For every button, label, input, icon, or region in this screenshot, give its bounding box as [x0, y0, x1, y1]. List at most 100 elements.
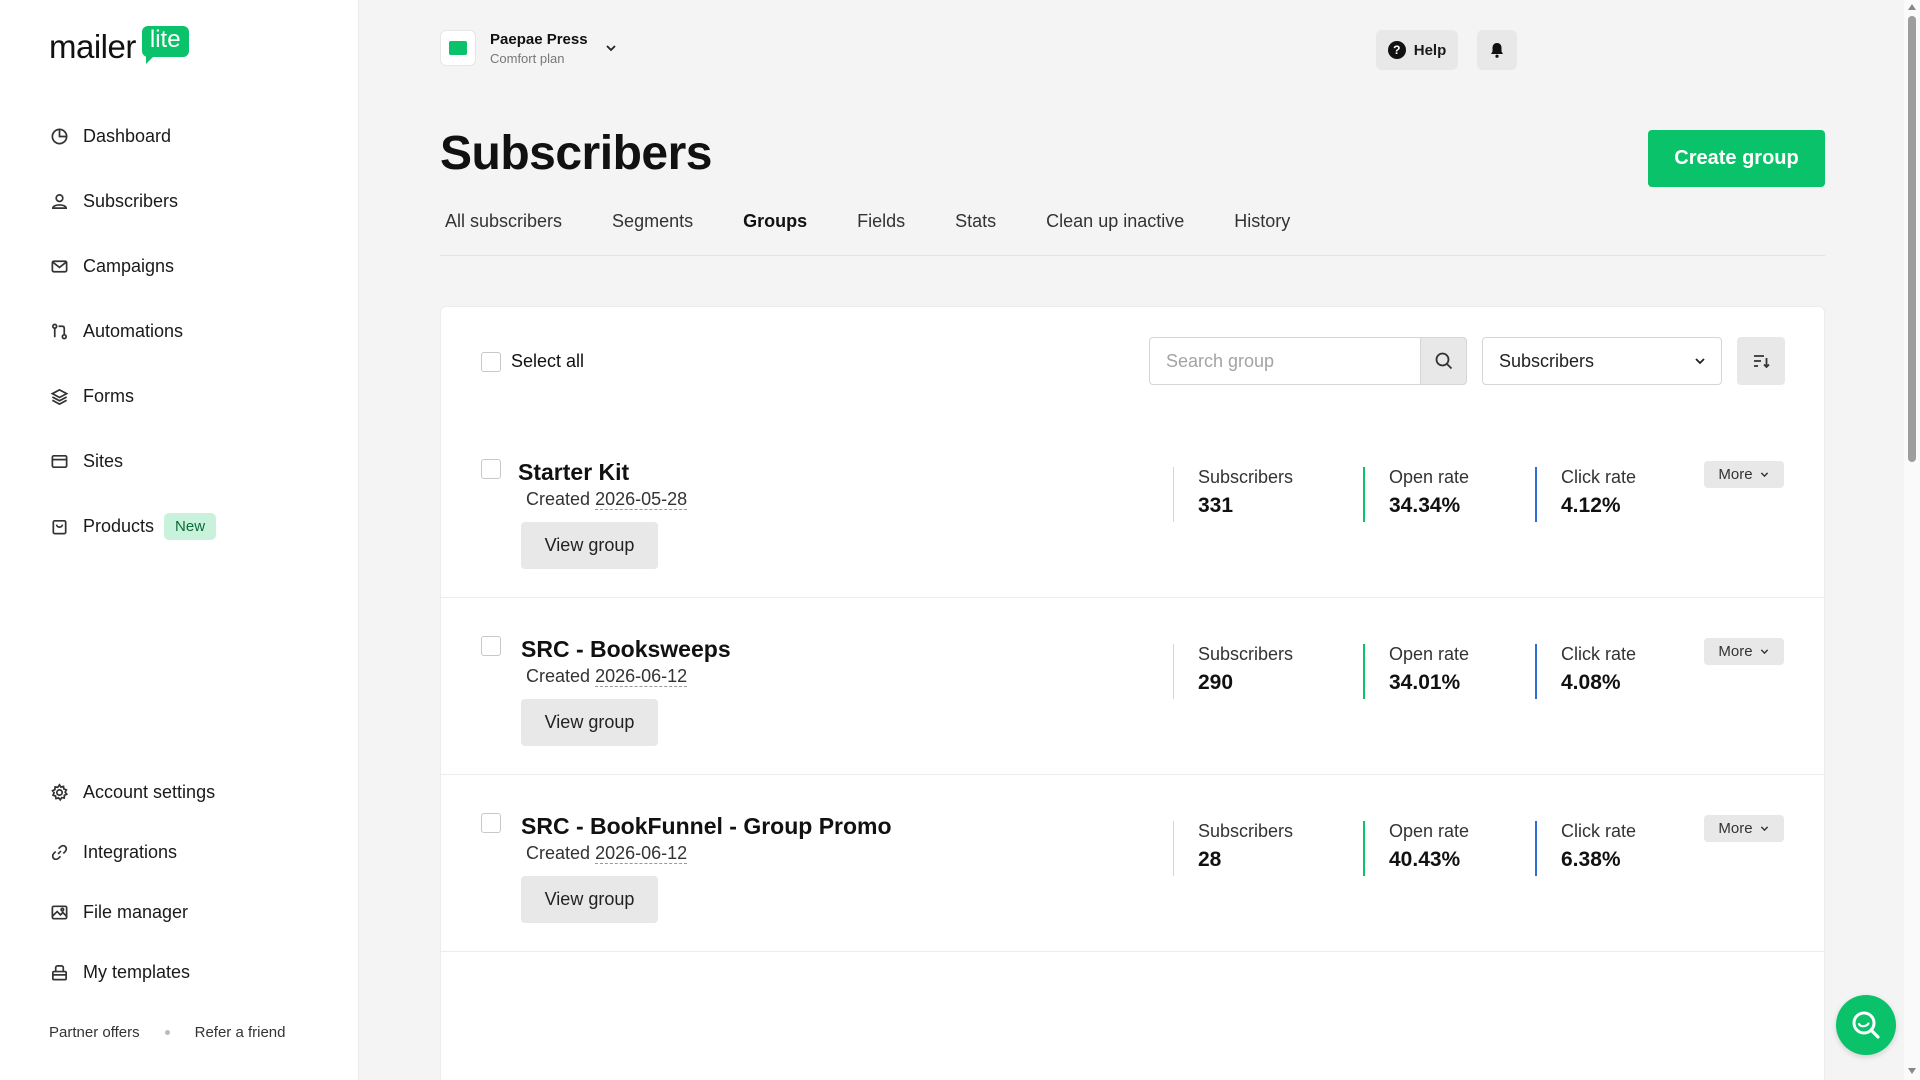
select-all-checkbox[interactable] [481, 351, 501, 372]
sidebar-item-automations[interactable]: Automations [0, 299, 359, 364]
more-button[interactable]: More [1704, 461, 1784, 488]
view-group-button[interactable]: View group [521, 522, 658, 569]
new-badge: New [164, 513, 217, 540]
account-switcher[interactable]: Paepae Press Comfort plan [440, 30, 618, 66]
groups-toolbar: Select all Subscribers [441, 337, 1824, 387]
chevron-down-icon [1760, 649, 1768, 655]
stat-label: Subscribers [1198, 821, 1294, 841]
search-icon [1852, 1011, 1880, 1039]
sidebar-item-integrations[interactable]: Integrations [0, 822, 359, 882]
subscribers-stat: Subscribers 331 [1173, 467, 1293, 522]
click-rate-stat: Click rate 4.08% [1535, 644, 1636, 699]
sidebar-item-sites[interactable]: Sites [0, 429, 359, 494]
sidebar-item-label: Automations [83, 321, 184, 341]
tab-all-subscribers[interactable]: All subscribers [440, 206, 567, 256]
sidebar-item-file-manager[interactable]: File manager [0, 882, 359, 942]
select-all[interactable]: Select all [481, 351, 584, 372]
partner-offers-link[interactable]: Partner offers [49, 1024, 140, 1041]
sidebar-item-subscribers[interactable]: Subscribers [0, 169, 359, 234]
stat-value: 40.43% [1389, 848, 1461, 871]
open-rate-stat: Open rate 34.01% [1363, 644, 1469, 699]
sidebar-item-label: Products [83, 516, 155, 536]
stat-value: 34.34% [1389, 494, 1461, 517]
help-search-fab[interactable] [1836, 995, 1896, 1055]
sidebar-item-my-templates[interactable]: My templates [0, 942, 359, 1002]
account-avatar [440, 30, 476, 66]
page-scrollbar[interactable] [1904, 0, 1920, 1080]
sort-by-value: Subscribers [1499, 350, 1595, 371]
logo-text: mailer [49, 28, 136, 65]
stat-label: Subscribers [1198, 644, 1294, 664]
stat-value: 28 [1198, 848, 1222, 871]
scroll-up-arrow[interactable] [1908, 4, 1916, 10]
sidebar-item-label: Sites [83, 451, 124, 471]
created-label: Created [526, 843, 591, 863]
browser-icon [49, 452, 69, 472]
more-label: More [1718, 466, 1753, 483]
sidebar-item-label: Campaigns [83, 256, 175, 276]
chevron-down-icon [605, 45, 616, 52]
secondary-nav: Account settings Integrations File manag… [0, 762, 359, 1002]
group-name[interactable]: SRC - Booksweeps [521, 636, 731, 663]
group-checkbox[interactable] [481, 459, 501, 479]
group-checkbox[interactable] [481, 636, 501, 656]
layers-icon [49, 387, 69, 407]
open-rate-stat: Open rate 40.43% [1363, 821, 1469, 876]
groups-card: Select all Subscribers Starter Kit Creat… [440, 306, 1825, 1080]
stat-label: Open rate [1389, 467, 1470, 487]
subscribers-stat: Subscribers 290 [1173, 644, 1293, 699]
stat-label: Subscribers [1198, 467, 1294, 487]
tab-groups[interactable]: Groups [738, 206, 812, 256]
created-label: Created [526, 489, 591, 509]
stat-label: Click rate [1561, 821, 1637, 841]
chevron-down-icon [1695, 358, 1705, 365]
sidebar-item-products[interactable]: Products New [0, 494, 359, 559]
group-name[interactable]: SRC - BookFunnel - Group Promo [521, 813, 892, 840]
more-button[interactable]: More [1704, 815, 1784, 842]
tab-history[interactable]: History [1229, 206, 1295, 256]
automation-icon [49, 322, 69, 342]
select-all-label: Select all [511, 351, 585, 371]
gear-icon [49, 782, 69, 802]
search-button[interactable] [1420, 337, 1467, 385]
search-input[interactable] [1149, 337, 1420, 385]
sidebar-item-label: File manager [83, 901, 189, 922]
sidebar-item-forms[interactable]: Forms [0, 364, 359, 429]
search-icon [1435, 352, 1452, 370]
scroll-thumb[interactable] [1908, 16, 1916, 462]
more-button[interactable]: More [1704, 638, 1784, 665]
sort-order-button[interactable] [1737, 337, 1785, 385]
sidebar-item-account-settings[interactable]: Account settings [0, 762, 359, 822]
scroll-down-arrow[interactable] [1908, 1068, 1916, 1074]
group-created: Created 2026-06-12 [526, 666, 688, 687]
tab-fields[interactable]: Fields [852, 206, 910, 256]
stat-value: 34.01% [1389, 671, 1461, 694]
tab-clean-up-inactive[interactable]: Clean up inactive [1041, 206, 1189, 256]
tab-segments[interactable]: Segments [607, 206, 698, 256]
group-name[interactable]: Starter Kit [518, 459, 629, 486]
sidebar-item-dashboard[interactable]: Dashboard [0, 104, 359, 169]
sidebar-item-label: Integrations [83, 841, 178, 862]
sidebar-item-label: My templates [83, 961, 191, 982]
group-row: Starter Kit Created 2026-05-28 View grou… [441, 421, 1824, 598]
clock-icon [49, 127, 69, 147]
group-checkbox[interactable] [481, 813, 501, 833]
sidebar-item-campaigns[interactable]: Campaigns [0, 234, 359, 299]
tab-stats[interactable]: Stats [950, 206, 1001, 256]
sort-by-select[interactable]: Subscribers [1482, 337, 1722, 385]
view-group-button[interactable]: View group [521, 699, 658, 746]
logo-badge: lite [141, 26, 189, 64]
refer-a-friend-link[interactable]: Refer a friend [195, 1024, 286, 1041]
stat-label: Open rate [1389, 644, 1470, 664]
help-button[interactable]: ? Help [1376, 30, 1458, 70]
question-icon: ? [1387, 41, 1406, 59]
mailerlite-logo[interactable]: mailer lite [49, 26, 189, 65]
chevron-down-icon [1760, 472, 1768, 478]
group-created: Created 2026-05-28 [526, 489, 688, 510]
sidebar-item-label: Dashboard [83, 126, 172, 146]
group-search [1149, 337, 1467, 385]
view-group-button[interactable]: View group [521, 876, 658, 923]
notifications-button[interactable] [1477, 30, 1517, 70]
sidebar-footer: Partner offers Refer a friend [49, 1024, 286, 1041]
create-group-button[interactable]: Create group [1648, 130, 1825, 187]
